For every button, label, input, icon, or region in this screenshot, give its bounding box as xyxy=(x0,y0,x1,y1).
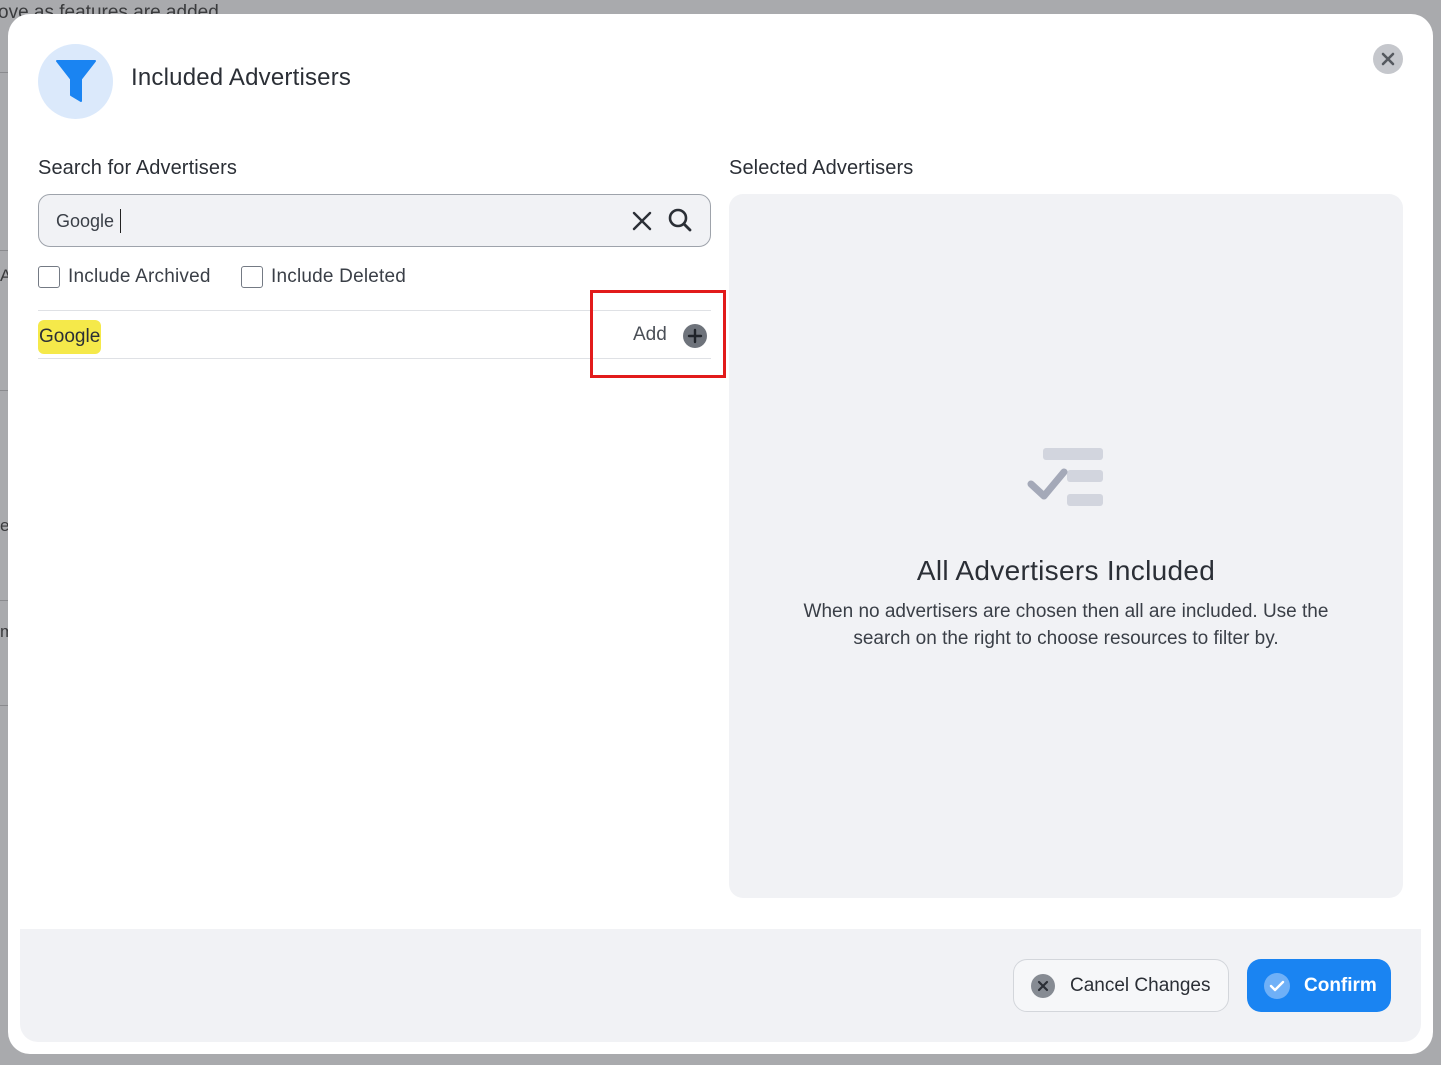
close-button[interactable] xyxy=(1373,44,1403,74)
modal-footer: Cancel Changes Confirm xyxy=(20,929,1421,1042)
filter-icon xyxy=(38,44,113,119)
confirm-button[interactable]: Confirm xyxy=(1247,959,1391,1012)
include-deleted-label: Include Deleted xyxy=(271,266,407,287)
modal-title: Included Advertisers xyxy=(131,64,352,91)
selected-section-label: Selected Advertisers xyxy=(729,157,914,179)
search-field[interactable] xyxy=(38,194,711,247)
text-caret xyxy=(120,209,121,233)
include-archived-label: Include Archived xyxy=(68,266,211,287)
result-item-name: Google xyxy=(38,320,102,354)
confirm-label: Confirm xyxy=(1304,974,1377,996)
check-circle-icon xyxy=(1264,972,1290,999)
cancel-changes-label: Cancel Changes xyxy=(1070,974,1211,996)
empty-state-text: When no advertisers are chosen then all … xyxy=(803,601,1329,649)
search-section-label: Search for Advertisers xyxy=(38,157,237,179)
annotation-highlight-box xyxy=(590,290,726,378)
include-deleted-option[interactable]: Include Deleted xyxy=(241,266,406,288)
cancel-changes-button[interactable]: Cancel Changes xyxy=(1013,959,1229,1012)
include-deleted-checkbox[interactable] xyxy=(241,266,263,288)
included-advertisers-modal: Included Advertisers Search for Advertis… xyxy=(8,14,1433,1054)
x-circle-icon xyxy=(1031,973,1055,998)
empty-state-title: All Advertisers Included xyxy=(916,555,1216,586)
selected-advertisers-panel: All Advertisers Included When no adverti… xyxy=(729,194,1403,898)
checklist-icon xyxy=(1027,448,1103,506)
clear-icon[interactable] xyxy=(630,209,654,233)
include-archived-option[interactable]: Include Archived xyxy=(38,266,211,288)
include-archived-checkbox[interactable] xyxy=(38,266,60,288)
search-input[interactable] xyxy=(56,207,616,235)
search-icon[interactable] xyxy=(667,207,693,233)
close-icon xyxy=(1381,52,1395,66)
